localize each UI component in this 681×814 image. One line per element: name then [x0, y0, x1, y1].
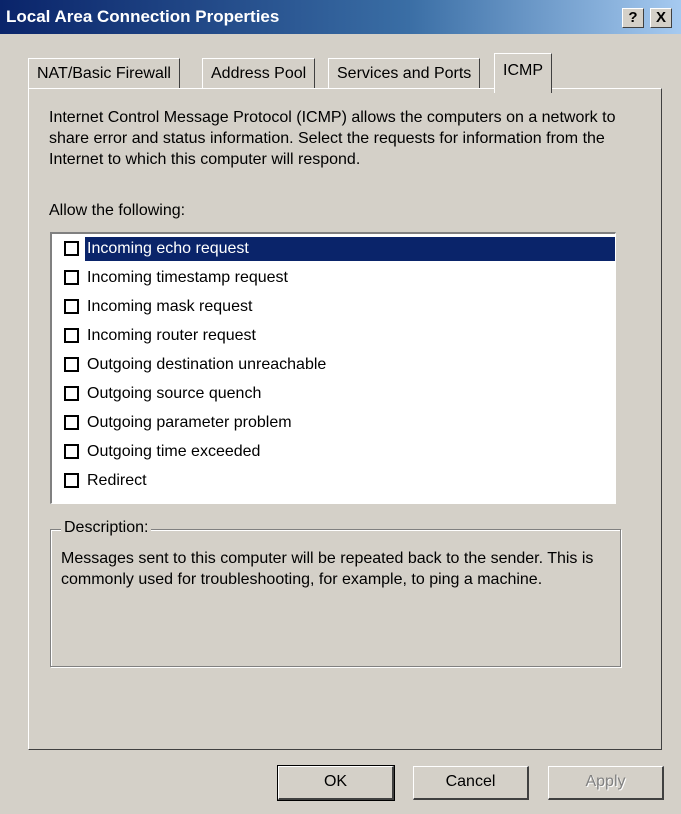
list-item-label-area: Redirect — [85, 469, 615, 493]
checkbox[interactable] — [64, 415, 79, 430]
list-item[interactable]: Incoming mask request — [52, 292, 615, 321]
checkbox[interactable] — [64, 473, 79, 488]
list-item-label: Incoming mask request — [87, 297, 253, 315]
description-title: Description: — [61, 519, 152, 537]
help-button[interactable]: ? — [622, 8, 644, 28]
checkbox[interactable] — [64, 357, 79, 372]
checkbox[interactable] — [64, 386, 79, 401]
tab-panel-icmp: Internet Control Message Protocol (ICMP)… — [28, 88, 662, 750]
list-item-label-area: Incoming echo request — [85, 236, 615, 261]
tab-services-and-ports[interactable]: Services and Ports — [328, 58, 481, 90]
checkbox[interactable] — [64, 328, 79, 343]
list-item[interactable]: Redirect — [52, 466, 615, 495]
cancel-button[interactable]: Cancel — [413, 766, 529, 800]
intro-text: Internet Control Message Protocol (ICMP)… — [49, 109, 616, 168]
list-item-label-area: Outgoing time exceeded — [85, 440, 615, 464]
list-item-label-area: Incoming timestamp request — [85, 266, 615, 290]
list-item[interactable]: Outgoing source quench — [52, 379, 615, 408]
list-item-label-area: Outgoing destination unreachable — [85, 353, 615, 377]
list-item-label-area: Incoming mask request — [85, 295, 615, 319]
tab-icmp[interactable]: ICMP — [494, 53, 552, 93]
list-item-label: Incoming router request — [87, 326, 256, 344]
checkbox[interactable] — [64, 299, 79, 314]
description-group: Description: Messages sent to this compu… — [50, 519, 621, 667]
list-item-label-area: Outgoing source quench — [85, 382, 615, 406]
list-item[interactable]: Incoming echo request — [52, 234, 615, 263]
apply-button[interactable]: Apply — [548, 766, 664, 800]
list-item-label: Incoming echo request — [87, 239, 249, 257]
checkbox[interactable] — [64, 444, 79, 459]
list-item-label: Outgoing time exceeded — [87, 442, 261, 460]
checkbox[interactable] — [64, 270, 79, 285]
list-item-label: Outgoing parameter problem — [87, 413, 292, 431]
window-title: Local Area Connection Properties — [6, 7, 280, 26]
list-item[interactable]: Outgoing time exceeded — [52, 437, 615, 466]
tab-address-pool[interactable]: Address Pool — [202, 58, 316, 90]
list-item-label-area: Incoming router request — [85, 324, 615, 348]
ok-button[interactable]: OK — [277, 765, 395, 801]
list-item-label-area: Outgoing parameter problem — [85, 411, 615, 435]
list-item-label: Redirect — [87, 471, 147, 489]
allow-label: Allow the following: — [49, 202, 186, 219]
description-text: Messages sent to this computer will be r… — [61, 550, 594, 588]
list-item[interactable]: Incoming router request — [52, 321, 615, 350]
close-button[interactable]: X — [650, 8, 672, 28]
list-item[interactable]: Incoming timestamp request — [52, 263, 615, 292]
list-item[interactable]: Outgoing parameter problem — [52, 408, 615, 437]
list-item-label: Outgoing source quench — [87, 384, 262, 402]
list-item[interactable]: Outgoing destination unreachable — [52, 350, 615, 379]
icmp-options-list[interactable]: Incoming echo request Incoming timestamp … — [50, 232, 616, 504]
list-item-label: Incoming timestamp request — [87, 268, 288, 286]
tab-nat-basic-firewall[interactable]: NAT/Basic Firewall — [28, 58, 180, 90]
title-bar: Local Area Connection Properties ? X — [0, 0, 681, 34]
checkbox[interactable] — [64, 241, 79, 256]
list-item-label: Outgoing destination unreachable — [87, 355, 327, 373]
